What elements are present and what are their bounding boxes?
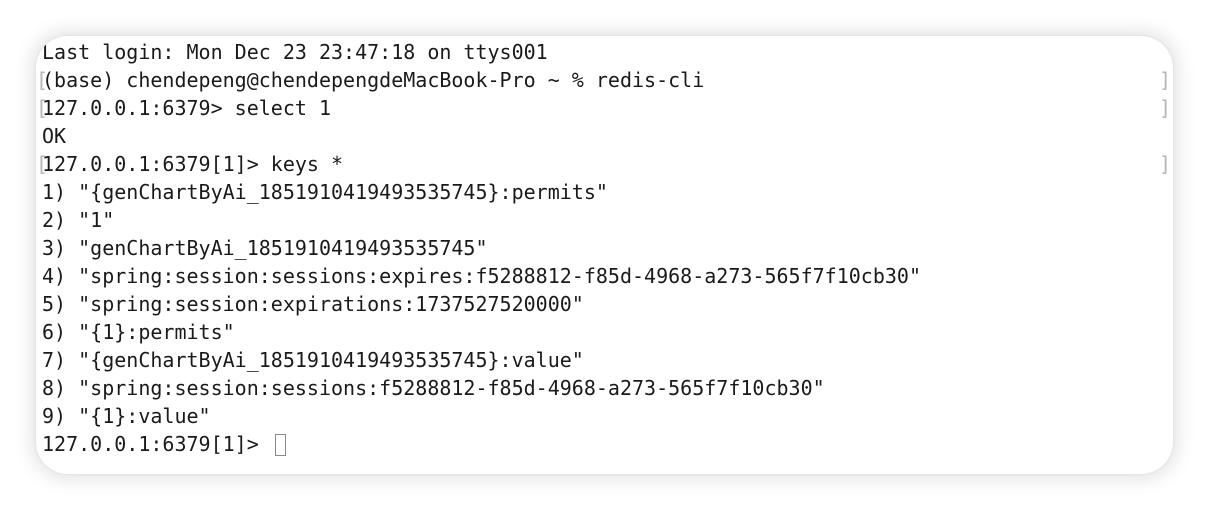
terminal-line-key-5: 5) "spring:session:expirations:173752752… bbox=[42, 292, 584, 316]
selection-bracket-right: ] bbox=[1158, 68, 1171, 92]
terminal-line-key-9: 9) "{1}:value" bbox=[42, 404, 211, 428]
text-cursor bbox=[274, 433, 286, 456]
terminal-line-keys: 127.0.0.1:6379[1]> keys * bbox=[42, 152, 344, 176]
terminal-line-key-1: 1) "{genChartByAi_1851910419493535745}:p… bbox=[42, 180, 608, 204]
terminal-line-key-7: 7) "{genChartByAi_1851910419493535745}:v… bbox=[42, 348, 584, 372]
terminal-prompt: 127.0.0.1:6379[1]> bbox=[42, 432, 271, 456]
terminal-line-key-4: 4) "spring:session:sessions:expires:f528… bbox=[42, 264, 921, 288]
terminal-line-key-3: 3) "genChartByAi_1851910419493535745" bbox=[42, 236, 488, 260]
terminal-window: Last login: Mon Dec 23 23:47:18 on ttys0… bbox=[36, 36, 1173, 474]
selection-bracket-right: ] bbox=[1158, 152, 1171, 176]
terminal-line-select: 127.0.0.1:6379> select 1 bbox=[42, 96, 331, 120]
terminal-line-last-login: Last login: Mon Dec 23 23:47:18 on ttys0… bbox=[42, 40, 548, 64]
terminal-line-ok: OK bbox=[42, 124, 67, 148]
selection-bracket-right: ] bbox=[1158, 96, 1171, 120]
terminal-output[interactable]: Last login: Mon Dec 23 23:47:18 on ttys0… bbox=[36, 36, 1173, 474]
terminal-prompt-line[interactable]: 127.0.0.1:6379[1]> bbox=[42, 430, 286, 458]
terminal-line-key-6: 6) "{1}:permits" bbox=[42, 320, 235, 344]
terminal-line-key-8: 8) "spring:session:sessions:f5288812-f85… bbox=[42, 376, 825, 400]
terminal-line-key-2: 2) "1" bbox=[42, 208, 115, 232]
terminal-line-redis-cli: (base) chendepeng@chendepengdeMacBook-Pr… bbox=[42, 68, 705, 92]
